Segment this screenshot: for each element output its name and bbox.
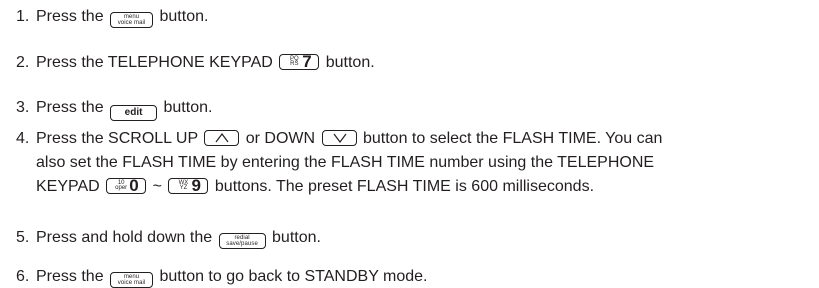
step-text: Press the [36,99,104,116]
step-text: Press the [36,268,104,285]
step-number: 1. [16,8,30,25]
step-text: button. [163,99,213,116]
step-text: button to select the FLASH TIME. You can [362,130,663,147]
step-number: 2. [16,54,30,71]
step-number: 3. [16,99,30,116]
step-1: 1. Press the menu voice mail button. [16,6,208,28]
step-text: Press the TELEPHONE KEYPAD [36,54,273,71]
step-3: 3. Press the edit button. [16,97,212,121]
step-text: also set the FLASH TIME by entering the … [36,154,655,171]
step-2: 2. Press the TELEPHONE KEYPAD PQ RS 7 butt… [16,52,375,73]
step-text: Press and hold down the [36,229,213,246]
step-text: or DOWN [245,130,316,147]
keypad-9-key-icon: WX YZ 9 [168,177,209,195]
step-number: 5. [16,229,30,246]
keypad-7-key-icon: PQ RS 7 [279,53,320,71]
edit-key-icon: edit [110,105,158,121]
menu-voice-mail-key-icon: menu voice mail [110,12,154,28]
step-5: 5. Press and hold down the redial save/pau… [16,227,321,249]
step-text: button. [325,54,375,71]
range-separator: ~ [152,178,162,195]
step-text: Press the [36,8,104,25]
step-4: 4. Press the SCROLL UP or DOWN button to … [16,128,662,197]
scroll-down-key-icon [321,130,357,146]
step-text: buttons. The preset FLASH TIME is 600 mi… [214,178,595,195]
step-number: 4. [16,130,30,147]
step-text: KEYPAD [36,178,100,195]
step-number: 6. [16,268,30,285]
step-text: button. [159,8,209,25]
step-text: button to go back to STANDBY mode. [159,268,428,285]
step-text: Press the SCROLL UP [36,130,198,147]
step-6: 6. Press the menu voice mail button to go … [16,266,428,288]
keypad-0-key-icon: 10 oper 0 [106,177,147,195]
scroll-up-key-icon [204,130,240,146]
step-text: button. [272,229,321,246]
redial-save-pause-key-icon: redial save/pause [218,233,266,249]
